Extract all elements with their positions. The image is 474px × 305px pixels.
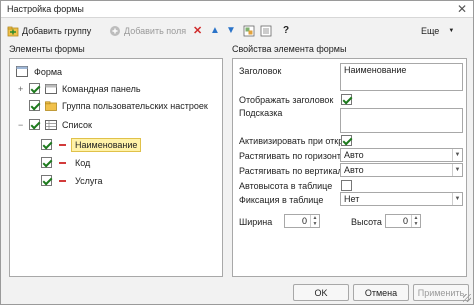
- move-up-button[interactable]: ▲: [210, 23, 220, 38]
- height-field[interactable]: 0 ▲ ▼: [385, 214, 421, 228]
- tree-item-label: Список: [62, 119, 92, 130]
- tree-item-user-settings-group[interactable]: Группа пользовательских настроек: [29, 98, 208, 113]
- delete-button[interactable]: ✕: [193, 23, 202, 38]
- ok-button[interactable]: OK: [293, 284, 349, 301]
- stretch-vertical-label: Растягивать по вертикали: [239, 166, 342, 176]
- window-title: Настройка формы: [7, 4, 84, 14]
- tree-item-command-panel[interactable]: + Командная панель: [18, 81, 141, 96]
- fix-in-table-select[interactable]: Нет ▼: [340, 192, 463, 206]
- form-icon: [16, 66, 28, 77]
- stretch-vertical-select[interactable]: Авто ▼: [340, 163, 463, 177]
- field-icon: [59, 143, 66, 146]
- more-label: Еще: [421, 25, 440, 36]
- tree-item-form[interactable]: Форма: [16, 64, 62, 79]
- form-elements-tree[interactable]: Форма + Командная панель Группа пользова…: [9, 58, 223, 277]
- command-panel-checkbox[interactable]: [29, 83, 40, 94]
- arrow-down-icon: ▼: [226, 25, 236, 36]
- tooltip-field[interactable]: [340, 108, 463, 133]
- tree-item-label: Форма: [34, 66, 63, 77]
- expand-icon[interactable]: +: [18, 84, 26, 94]
- add-group-label: Добавить группу: [22, 25, 92, 36]
- header-field[interactable]: Наименование: [340, 63, 463, 91]
- move-down-button[interactable]: ▼: [226, 23, 236, 38]
- fix-in-table-value: Нет: [344, 194, 360, 204]
- help-button[interactable]: ?: [283, 23, 289, 38]
- header-label: Заголовок: [239, 66, 282, 76]
- autoheight-checkbox[interactable]: [341, 180, 352, 191]
- activate-checkbox[interactable]: [341, 135, 352, 146]
- show-header-checkbox[interactable]: [341, 94, 352, 105]
- chevron-down-icon: ▼: [452, 149, 462, 161]
- field-icon: [59, 179, 66, 182]
- group-icon: [243, 25, 255, 36]
- chevron-down-icon: ▼: [448, 27, 455, 34]
- toolbar: Добавить группу Добавить поля ✕ ▲ ▼ ? Ещ…: [1, 19, 473, 41]
- tree-item-label: Группа пользовательских настроек: [62, 100, 208, 111]
- tree-item-service-field[interactable]: Услуга: [41, 173, 102, 188]
- user-settings-group-checkbox[interactable]: [29, 100, 40, 111]
- resize-grip-icon[interactable]: [463, 294, 471, 302]
- close-icon[interactable]: ✕: [457, 2, 467, 16]
- cancel-button[interactable]: Отмена: [353, 284, 409, 301]
- code-field-checkbox[interactable]: [41, 157, 52, 168]
- service-field-checkbox[interactable]: [41, 175, 52, 186]
- arrow-up-icon: ▲: [210, 25, 220, 36]
- tree-item-label: Командная панель: [62, 83, 141, 94]
- group-fields-button[interactable]: [243, 23, 255, 38]
- tree-item-list[interactable]: − Список: [18, 117, 92, 132]
- width-value: 0: [301, 216, 307, 226]
- stretch-vertical-value: Авто: [344, 165, 364, 175]
- activate-label: Активизировать при откры: [239, 136, 342, 146]
- width-label: Ширина: [239, 217, 273, 227]
- spin-arrows-icon[interactable]: ▲ ▼: [310, 215, 319, 227]
- form-settings-window: Настройка формы ✕ Добавить группу Добави…: [0, 0, 474, 305]
- list-checkbox[interactable]: [29, 119, 40, 130]
- delete-icon: ✕: [193, 25, 203, 37]
- title-bar: Настройка формы ✕: [1, 1, 473, 18]
- more-button[interactable]: Еще ▼: [421, 23, 454, 38]
- element-properties-label: Свойства элемента формы: [232, 44, 347, 54]
- apply-button[interactable]: Применить: [413, 284, 469, 301]
- add-fields-button[interactable]: Добавить поля: [109, 23, 186, 38]
- fix-in-table-label: Фиксация в таблице: [239, 195, 324, 205]
- table-icon: [45, 119, 57, 130]
- add-fields-label: Добавить поля: [124, 25, 187, 36]
- tree-item-label-selected: Наименование: [71, 137, 142, 152]
- settings-icon: [260, 25, 272, 36]
- properties-panel: Заголовок Наименование Отображать заголо…: [232, 58, 467, 277]
- help-label: ?: [283, 25, 290, 36]
- stretch-horizontal-label: Растягивать по горизонтал: [239, 151, 342, 161]
- width-field[interactable]: 0 ▲ ▼: [284, 214, 320, 228]
- command-panel-icon: [45, 83, 57, 94]
- chevron-down-icon: ▼: [452, 193, 462, 205]
- tooltip-label: Подсказка: [239, 108, 283, 118]
- tree-item-name-field[interactable]: Наименование: [41, 136, 142, 153]
- folder-icon: [45, 100, 57, 111]
- add-group-icon: [7, 26, 19, 36]
- spin-arrows-icon[interactable]: ▲ ▼: [411, 215, 420, 227]
- field-icon: [59, 161, 66, 164]
- chevron-down-icon: ▼: [452, 164, 462, 176]
- tree-item-label: Код: [75, 157, 91, 168]
- height-value: 0: [402, 216, 408, 226]
- stretch-horizontal-value: Авто: [344, 150, 364, 160]
- tree-item-code-field[interactable]: Код: [41, 155, 90, 170]
- name-field-checkbox[interactable]: [41, 139, 52, 150]
- stretch-horizontal-select[interactable]: Авто ▼: [340, 148, 463, 162]
- tree-item-label: Услуга: [75, 175, 103, 186]
- collapse-icon[interactable]: −: [18, 120, 26, 130]
- add-group-button[interactable]: Добавить группу: [7, 23, 91, 38]
- autoheight-label: Автовысота в таблице: [239, 181, 333, 191]
- settings-button[interactable]: [260, 23, 272, 38]
- add-fields-icon: [110, 25, 120, 36]
- form-elements-label: Элементы формы: [9, 44, 85, 54]
- show-header-label: Отображать заголовок: [239, 95, 334, 105]
